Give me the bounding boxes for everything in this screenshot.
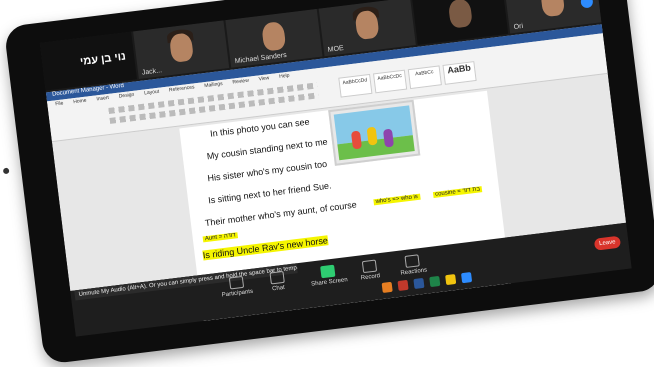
record-label: Record (360, 273, 381, 282)
windows-taskbar-apps (381, 272, 473, 293)
vocab-note: who's => who is (373, 193, 421, 206)
ribbon-tab[interactable]: References (169, 84, 195, 93)
ribbon-tab[interactable]: Help (279, 73, 290, 80)
app-icon[interactable] (381, 281, 393, 293)
word-app-icon[interactable] (413, 277, 425, 290)
reactions-button[interactable]: Reactions (399, 253, 428, 277)
vocab-note: Aunt = דודה (202, 232, 239, 243)
participant-tile[interactable]: Jack... (132, 20, 230, 80)
participant-face (261, 21, 287, 52)
photo-scene: נוי בן עמי Jack... Michael Sanders MOE O… (0, 0, 654, 365)
host-name-label: נוי בן עמי (79, 50, 127, 69)
chat-button[interactable]: Chat (269, 270, 286, 293)
participants-button[interactable]: Participants (220, 275, 254, 299)
participants-label: Participants (221, 288, 254, 299)
family-picture (328, 99, 421, 166)
zoom-app-icon[interactable] (461, 272, 473, 284)
participant-name: MOE (327, 44, 345, 54)
participant-tile-host[interactable]: נוי בן עמי (39, 31, 137, 91)
chrome-app-icon[interactable] (445, 273, 457, 286)
record-button[interactable]: Record (359, 259, 381, 282)
style-no-spacing[interactable]: AaBbCcDc (372, 69, 408, 94)
style-title[interactable]: AaBb (442, 61, 477, 85)
reactions-label: Reactions (400, 267, 428, 277)
participant-face (540, 0, 566, 18)
excel-app-icon[interactable] (429, 275, 441, 288)
styles-gallery: AaBbCcDd AaBbCcDc AaBbCc AaBb (338, 61, 477, 98)
app-icon[interactable] (397, 279, 409, 291)
share-screen-icon (320, 264, 336, 279)
ribbon-tab[interactable]: File (55, 100, 64, 107)
participant-name: Ori (513, 22, 524, 31)
participant-tile[interactable]: Michael Sanders (225, 8, 323, 68)
ribbon-tab[interactable]: Home (73, 98, 87, 106)
record-icon (361, 259, 377, 274)
doc-line: Is sitting next to her friend Sue. (207, 180, 333, 206)
style-normal[interactable]: AaBbCcDd (338, 73, 373, 98)
ribbon-tab[interactable]: Mailings (204, 81, 223, 89)
doc-line: His sister who's my cousin too (206, 158, 328, 184)
share-screen-label: Share Screen (310, 277, 349, 288)
style-heading-1[interactable]: AaBbCc (407, 65, 442, 90)
leave-button[interactable]: Leave (593, 235, 622, 251)
doc-line: My cousin standing next to me (206, 136, 329, 162)
zoom-screen: נוי בן עמי Jack... Michael Sanders MOE O… (39, 0, 632, 337)
vocab-note: cousine = בת דוד (432, 186, 483, 199)
participant-face (447, 0, 473, 29)
participants-icon (228, 275, 244, 290)
ribbon-tab[interactable]: Layout (144, 89, 160, 97)
ribbon-tab[interactable]: Design (118, 92, 134, 100)
chat-label: Chat (271, 284, 286, 293)
ribbon-tab[interactable]: Insert (96, 95, 109, 102)
participant-name: Jack... (141, 67, 163, 77)
share-screen-button[interactable]: Share Screen (309, 263, 349, 288)
ribbon-tab[interactable]: View (258, 75, 269, 82)
chat-icon (269, 270, 285, 285)
reactions-icon (404, 254, 421, 268)
ribbon-tab[interactable]: Review (232, 78, 249, 86)
doc-line: Their mother who's my aunt, of course (204, 199, 358, 229)
